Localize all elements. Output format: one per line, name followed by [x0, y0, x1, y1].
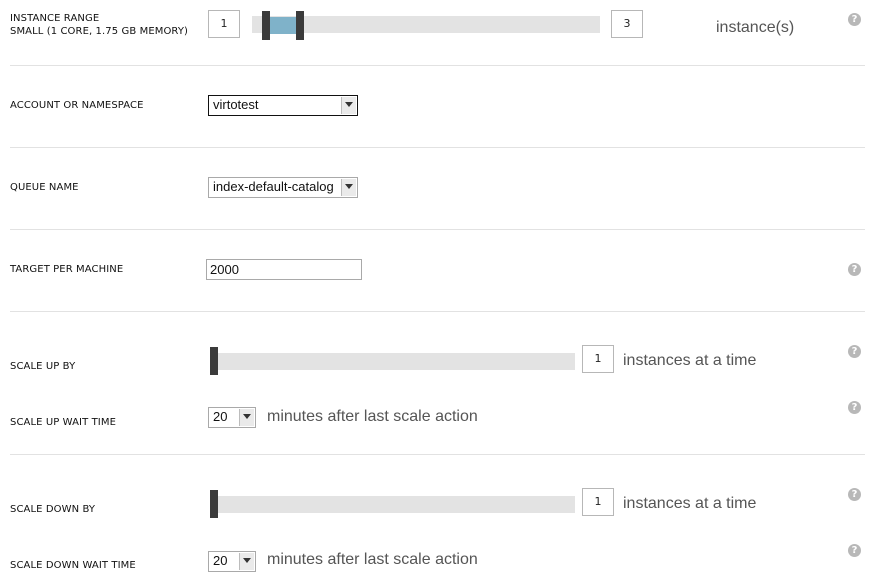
- scale-down-by-unit: instances at a time: [623, 495, 757, 512]
- scale-up-handle[interactable]: [210, 347, 218, 375]
- instance-size-subtitle: SMALL (1 CORE, 1.75 GB MEMORY): [10, 26, 189, 37]
- instance-range-low-handle[interactable]: [262, 11, 270, 40]
- scale-down-wait-value: 20: [213, 553, 228, 568]
- chevron-down-icon[interactable]: [239, 553, 254, 570]
- chevron-down-icon[interactable]: [239, 409, 254, 426]
- scale-up-by-unit: instances at a time: [623, 352, 757, 369]
- divider: [10, 311, 865, 312]
- instance-range-title: INSTANCE RANGE: [10, 13, 100, 24]
- target-label: TARGET PER MACHINE: [10, 264, 124, 275]
- scale-down-by-label: SCALE DOWN BY: [10, 504, 96, 515]
- instance-min-box[interactable]: 1: [208, 10, 240, 38]
- scale-up-by-label: SCALE UP BY: [10, 361, 76, 372]
- help-icon[interactable]: ?: [848, 345, 861, 358]
- scale-down-wait-label: SCALE DOWN WAIT TIME: [10, 560, 136, 571]
- divider: [10, 229, 865, 230]
- help-icon[interactable]: ?: [848, 488, 861, 501]
- chevron-down-icon[interactable]: [341, 97, 356, 114]
- queue-label: QUEUE NAME: [10, 182, 79, 193]
- scale-down-by-box[interactable]: 1: [582, 488, 614, 516]
- instance-range-track[interactable]: [252, 16, 600, 33]
- help-icon[interactable]: ?: [848, 401, 861, 414]
- account-select[interactable]: virtotest: [208, 95, 358, 116]
- account-select-value: virtotest: [213, 97, 259, 112]
- scale-down-wait-unit: minutes after last scale action: [267, 551, 478, 568]
- divider: [10, 65, 865, 66]
- scale-up-wait-unit: minutes after last scale action: [267, 408, 478, 425]
- target-input[interactable]: 2000: [206, 259, 362, 280]
- help-icon[interactable]: ?: [848, 544, 861, 557]
- instance-range-label: INSTANCE RANGE SMALL (1 CORE, 1.75 GB ME…: [10, 12, 188, 38]
- instance-range-high-handle[interactable]: [296, 11, 304, 40]
- scale-up-track[interactable]: [212, 353, 575, 370]
- scale-down-track[interactable]: [212, 496, 575, 513]
- instance-range-fill: [270, 17, 296, 34]
- scale-down-wait-select[interactable]: 20: [208, 551, 256, 572]
- scale-up-wait-select[interactable]: 20: [208, 407, 256, 428]
- account-label: ACCOUNT OR NAMESPACE: [10, 100, 144, 111]
- help-icon[interactable]: ?: [848, 13, 861, 26]
- instance-max-box[interactable]: 3: [611, 10, 643, 38]
- divider: [10, 454, 865, 455]
- divider: [10, 147, 865, 148]
- scale-up-wait-label: SCALE UP WAIT TIME: [10, 417, 116, 428]
- scale-up-by-box[interactable]: 1: [582, 345, 614, 373]
- queue-select[interactable]: index-default-catalog: [208, 177, 358, 198]
- scale-up-wait-value: 20: [213, 409, 228, 424]
- chevron-down-icon[interactable]: [341, 179, 356, 196]
- scale-down-handle[interactable]: [210, 490, 218, 518]
- queue-select-value: index-default-catalog: [213, 179, 334, 194]
- help-icon[interactable]: ?: [848, 263, 861, 276]
- instance-unit-label: instance(s): [716, 19, 795, 36]
